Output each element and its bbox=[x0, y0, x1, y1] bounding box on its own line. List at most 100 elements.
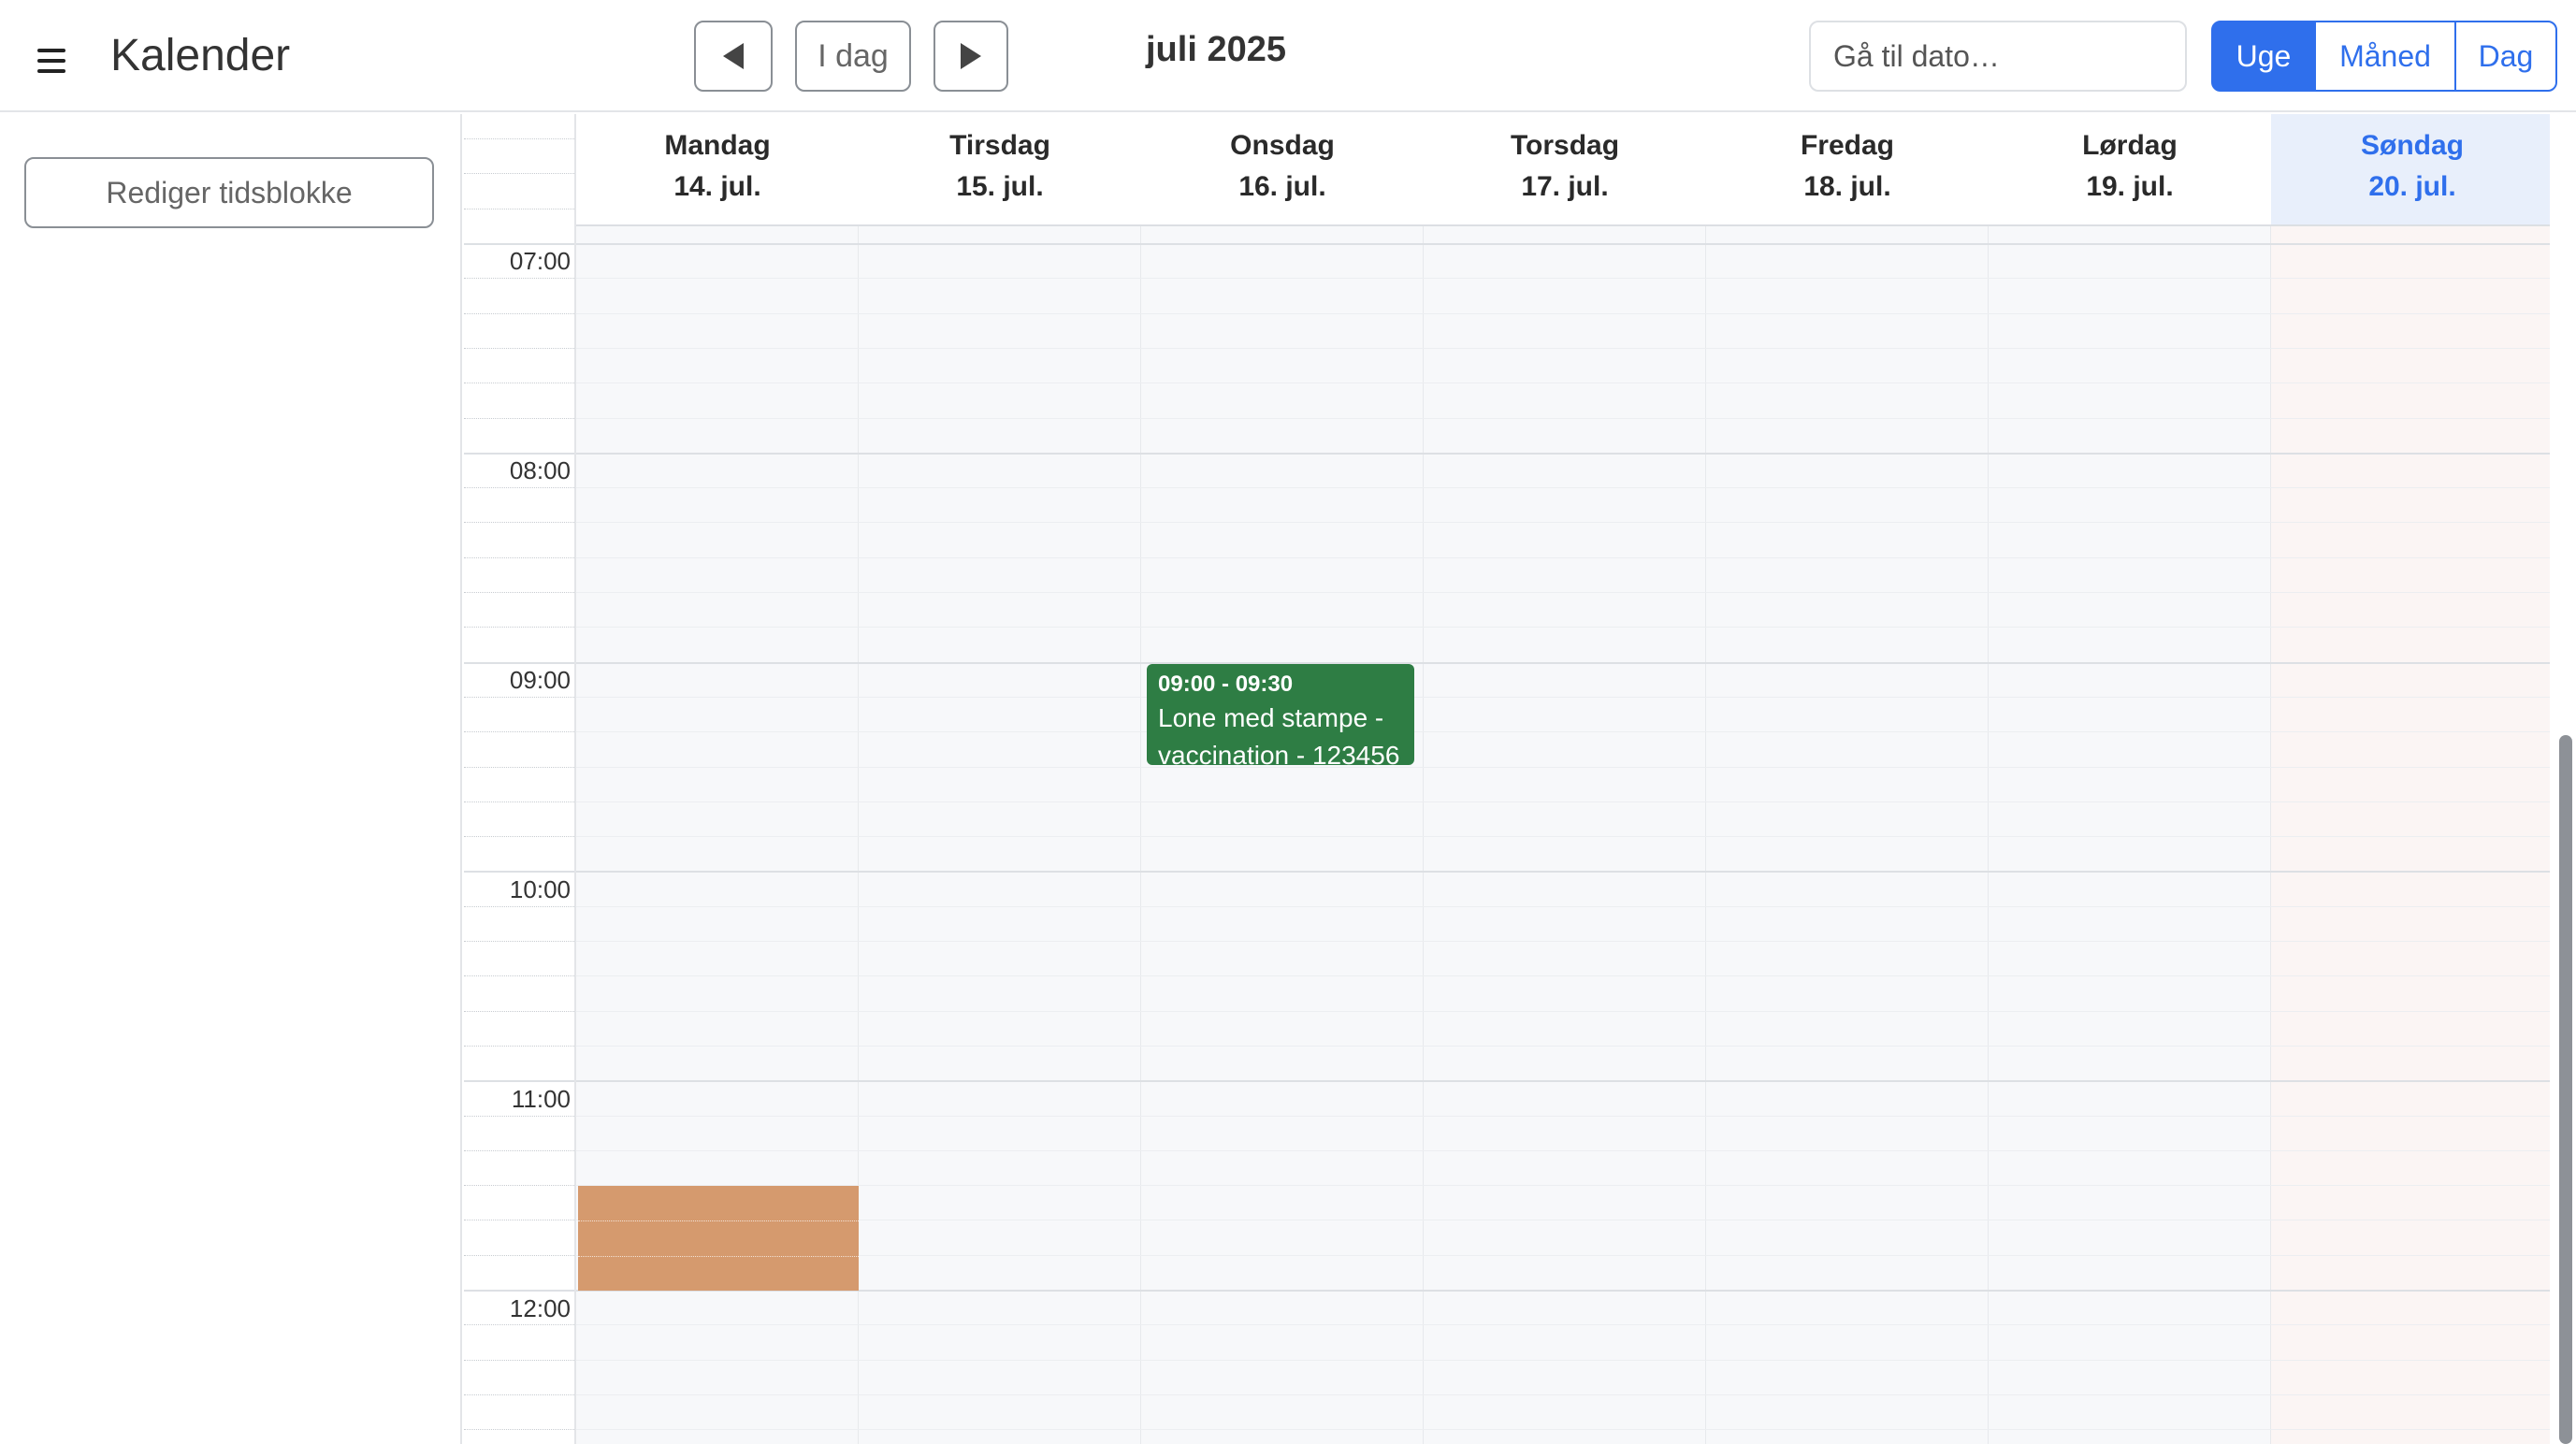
view-switcher: Uge Måned Dag bbox=[2211, 21, 2557, 92]
gutter-line bbox=[464, 556, 574, 558]
triangle-right-icon bbox=[961, 43, 981, 69]
view-day-button[interactable]: Dag bbox=[2454, 21, 2557, 92]
day-header[interactable]: Lørdag 19. jul. bbox=[1989, 114, 2271, 224]
gutter-line bbox=[464, 452, 574, 455]
hamburger-menu-icon[interactable] bbox=[37, 49, 65, 73]
grid-line bbox=[576, 487, 2550, 489]
day-column[interactable] bbox=[1424, 226, 1706, 1444]
day-weekday: Lørdag bbox=[2082, 130, 2178, 161]
grid-line bbox=[576, 1080, 2550, 1083]
day-column[interactable] bbox=[1706, 226, 1989, 1444]
time-label: 07:00 bbox=[509, 247, 571, 275]
gutter-line bbox=[464, 347, 574, 349]
grid-line bbox=[576, 1324, 2550, 1326]
grid-line bbox=[576, 1290, 2550, 1292]
day-header[interactable]: Mandag 14. jul. bbox=[576, 114, 859, 224]
time-label: 10:00 bbox=[509, 875, 571, 903]
day-header[interactable]: Søndag 20. jul. bbox=[2271, 114, 2550, 224]
gutter-line bbox=[464, 627, 574, 628]
week-calendar: 07:00 08:00 09:00 10:00 11:00 12:00 Mandag 14.… bbox=[464, 114, 2550, 1444]
period-title: juli 2025 bbox=[1146, 30, 1286, 69]
grid-line bbox=[576, 556, 2550, 558]
gutter-line bbox=[464, 1393, 574, 1395]
day-date: 14. jul. bbox=[673, 171, 761, 202]
gutter-line bbox=[464, 696, 574, 698]
gutter-line bbox=[464, 661, 574, 664]
gutter-line bbox=[464, 836, 574, 838]
next-week-button[interactable] bbox=[933, 21, 1008, 92]
gutter-line bbox=[464, 1080, 574, 1083]
grid-line bbox=[576, 871, 2550, 874]
day-weekday: Torsdag bbox=[1510, 130, 1620, 161]
day-column[interactable] bbox=[1141, 226, 1424, 1444]
day-header[interactable]: Fredag 18. jul. bbox=[1706, 114, 1989, 224]
grid-line bbox=[576, 1429, 2550, 1431]
day-weekday: Søndag bbox=[2361, 130, 2464, 161]
today-button[interactable]: I dag bbox=[795, 21, 911, 92]
gutter-line bbox=[464, 1429, 574, 1431]
gutter-line bbox=[464, 1045, 574, 1047]
go-to-date-input[interactable] bbox=[1809, 21, 2187, 92]
gutter-line bbox=[464, 1324, 574, 1326]
grid-line bbox=[576, 347, 2550, 349]
day-date: 19. jul. bbox=[2086, 171, 2174, 202]
day-date: 16. jul. bbox=[1238, 171, 1326, 202]
calendar-event[interactable]: 09:00 - 09:30 Lone med stampe - vaccinati… bbox=[1147, 664, 1414, 765]
gutter-line bbox=[464, 975, 574, 977]
time-grid bbox=[576, 226, 2550, 1444]
day-weekday: Tirsdag bbox=[949, 130, 1050, 161]
grid-line bbox=[576, 1254, 2550, 1256]
previous-week-button[interactable] bbox=[694, 21, 773, 92]
time-label: 11:00 bbox=[511, 1085, 571, 1113]
gutter-line bbox=[464, 417, 574, 419]
scrollbar-thumb[interactable] bbox=[2559, 735, 2572, 1444]
time-gutter: 07:00 08:00 09:00 10:00 11:00 12:00 bbox=[464, 114, 576, 1444]
grid-line bbox=[576, 661, 2550, 664]
grid-line bbox=[576, 452, 2550, 455]
app-title: Kalender bbox=[110, 31, 291, 80]
gutter-line bbox=[464, 801, 574, 802]
grid-line bbox=[576, 801, 2550, 802]
event-title: Lone med stampe - vaccination - 123456 bbox=[1158, 703, 1400, 765]
day-weekday: Mandag bbox=[664, 130, 771, 161]
day-date: 15. jul. bbox=[956, 171, 1044, 202]
blocked-time-slot[interactable] bbox=[578, 1186, 859, 1291]
gutter-line bbox=[464, 1149, 574, 1151]
grid-line bbox=[576, 417, 2550, 419]
day-header[interactable]: Torsdag 17. jul. bbox=[1424, 114, 1706, 224]
gutter-line bbox=[464, 243, 574, 245]
grid-line bbox=[576, 836, 2550, 838]
time-label: 12:00 bbox=[509, 1294, 571, 1322]
time-label: 09:00 bbox=[509, 666, 571, 694]
slot-divider bbox=[578, 1220, 859, 1222]
grid-line bbox=[576, 1359, 2550, 1361]
slot-divider bbox=[578, 1255, 859, 1257]
gutter-line bbox=[464, 1290, 574, 1292]
view-month-button[interactable]: Måned bbox=[2314, 21, 2456, 92]
gutter-line bbox=[464, 731, 574, 733]
grid-line bbox=[576, 312, 2550, 314]
gutter-line bbox=[464, 1254, 574, 1256]
day-date: 18. jul. bbox=[1803, 171, 1891, 202]
grid-line bbox=[576, 627, 2550, 628]
grid-line bbox=[576, 1149, 2550, 1151]
top-bar: Kalender I dag juli 2025 Uge Måned Dag bbox=[0, 0, 2576, 112]
grid-line bbox=[576, 941, 2550, 942]
grid-line bbox=[576, 1185, 2550, 1187]
day-column[interactable] bbox=[2271, 226, 2550, 1444]
day-header[interactable]: Onsdag 16. jul. bbox=[1141, 114, 1424, 224]
day-date: 20. jul. bbox=[2368, 171, 2456, 202]
view-week-button[interactable]: Uge bbox=[2211, 21, 2316, 92]
day-weekday: Onsdag bbox=[1230, 130, 1335, 161]
day-column[interactable] bbox=[1989, 226, 2271, 1444]
grid-line bbox=[576, 592, 2550, 593]
gutter-line bbox=[464, 278, 574, 280]
gutter-line bbox=[464, 1185, 574, 1187]
grid-line bbox=[576, 1045, 2550, 1047]
vertical-scrollbar[interactable] bbox=[2550, 114, 2576, 1444]
day-header[interactable]: Tirsdag 15. jul. bbox=[859, 114, 1141, 224]
sidebar: Rediger tidsblokke bbox=[0, 114, 462, 1444]
edit-time-blocks-button[interactable]: Rediger tidsblokke bbox=[24, 157, 434, 228]
day-column[interactable] bbox=[859, 226, 1141, 1444]
gutter-line bbox=[464, 173, 574, 175]
